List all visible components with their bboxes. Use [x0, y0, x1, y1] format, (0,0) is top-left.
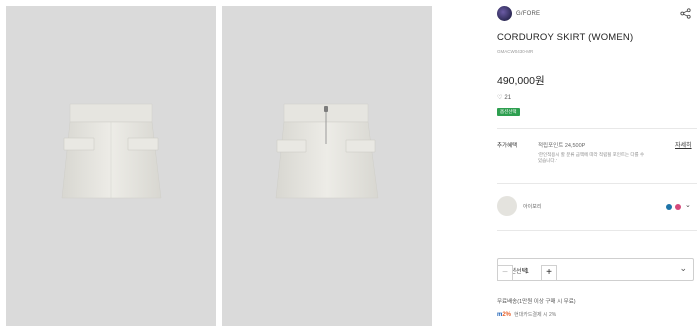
color-swatch[interactable]	[497, 196, 517, 216]
shipping-note: 무료배송(1만원 이상 구매 시 무료)	[497, 299, 576, 305]
chevron-down-icon: ⌄	[679, 263, 687, 273]
product-sku: GMACW0430-MR	[497, 49, 534, 54]
product-title: CORDUROY SKIRT (WOMEN)	[497, 32, 634, 43]
brand-logo	[497, 6, 512, 21]
like-count: 21	[504, 94, 512, 101]
points-note: '한인적용시 할 분류 금액에 따라 적립될 포인트는 다를 수 있습니다.'	[538, 152, 645, 163]
benefit-label: 추가혜택	[497, 143, 518, 149]
divider	[497, 128, 697, 129]
product-image-back[interactable]	[222, 6, 432, 326]
share-icon[interactable]	[680, 8, 691, 19]
color-name: 아이보리	[523, 204, 542, 210]
product-image-front[interactable]	[6, 6, 216, 326]
product-price: 490,000원	[497, 75, 545, 87]
quantity-decrease-button[interactable]: −	[497, 265, 513, 281]
points-detail-link[interactable]: 자세히	[675, 140, 692, 149]
brand-row[interactable]: G/FORE	[497, 6, 540, 21]
color-option-pink[interactable]	[675, 204, 681, 210]
quantity-value: 1	[525, 268, 529, 275]
product-info-panel: G/FORE CORDUROY SKIRT (WOMEN) GMACW0430-…	[497, 0, 697, 332]
quantity-increase-button[interactable]: +	[541, 265, 557, 281]
skirt-front-illustration	[61, 103, 162, 199]
skirt-back-illustration	[275, 103, 379, 199]
promo-row: m2% 현대카드결제 시 2%	[497, 311, 557, 319]
divider	[497, 230, 697, 231]
divider	[497, 183, 697, 184]
brand-name: G/FORE	[516, 10, 541, 17]
color-option-blue[interactable]	[666, 204, 672, 210]
promo-logo: m2%	[497, 311, 512, 318]
promo-text: 현대카드결제 시 2%	[514, 312, 557, 318]
status-badge: 옵션선택	[497, 108, 520, 116]
points-value: 적립포인트 24,500P	[538, 143, 586, 149]
heart-icon: ♡	[497, 95, 503, 101]
chevron-down-icon[interactable]: ⌄	[685, 201, 691, 209]
like-button[interactable]: ♡ 21	[497, 94, 512, 102]
